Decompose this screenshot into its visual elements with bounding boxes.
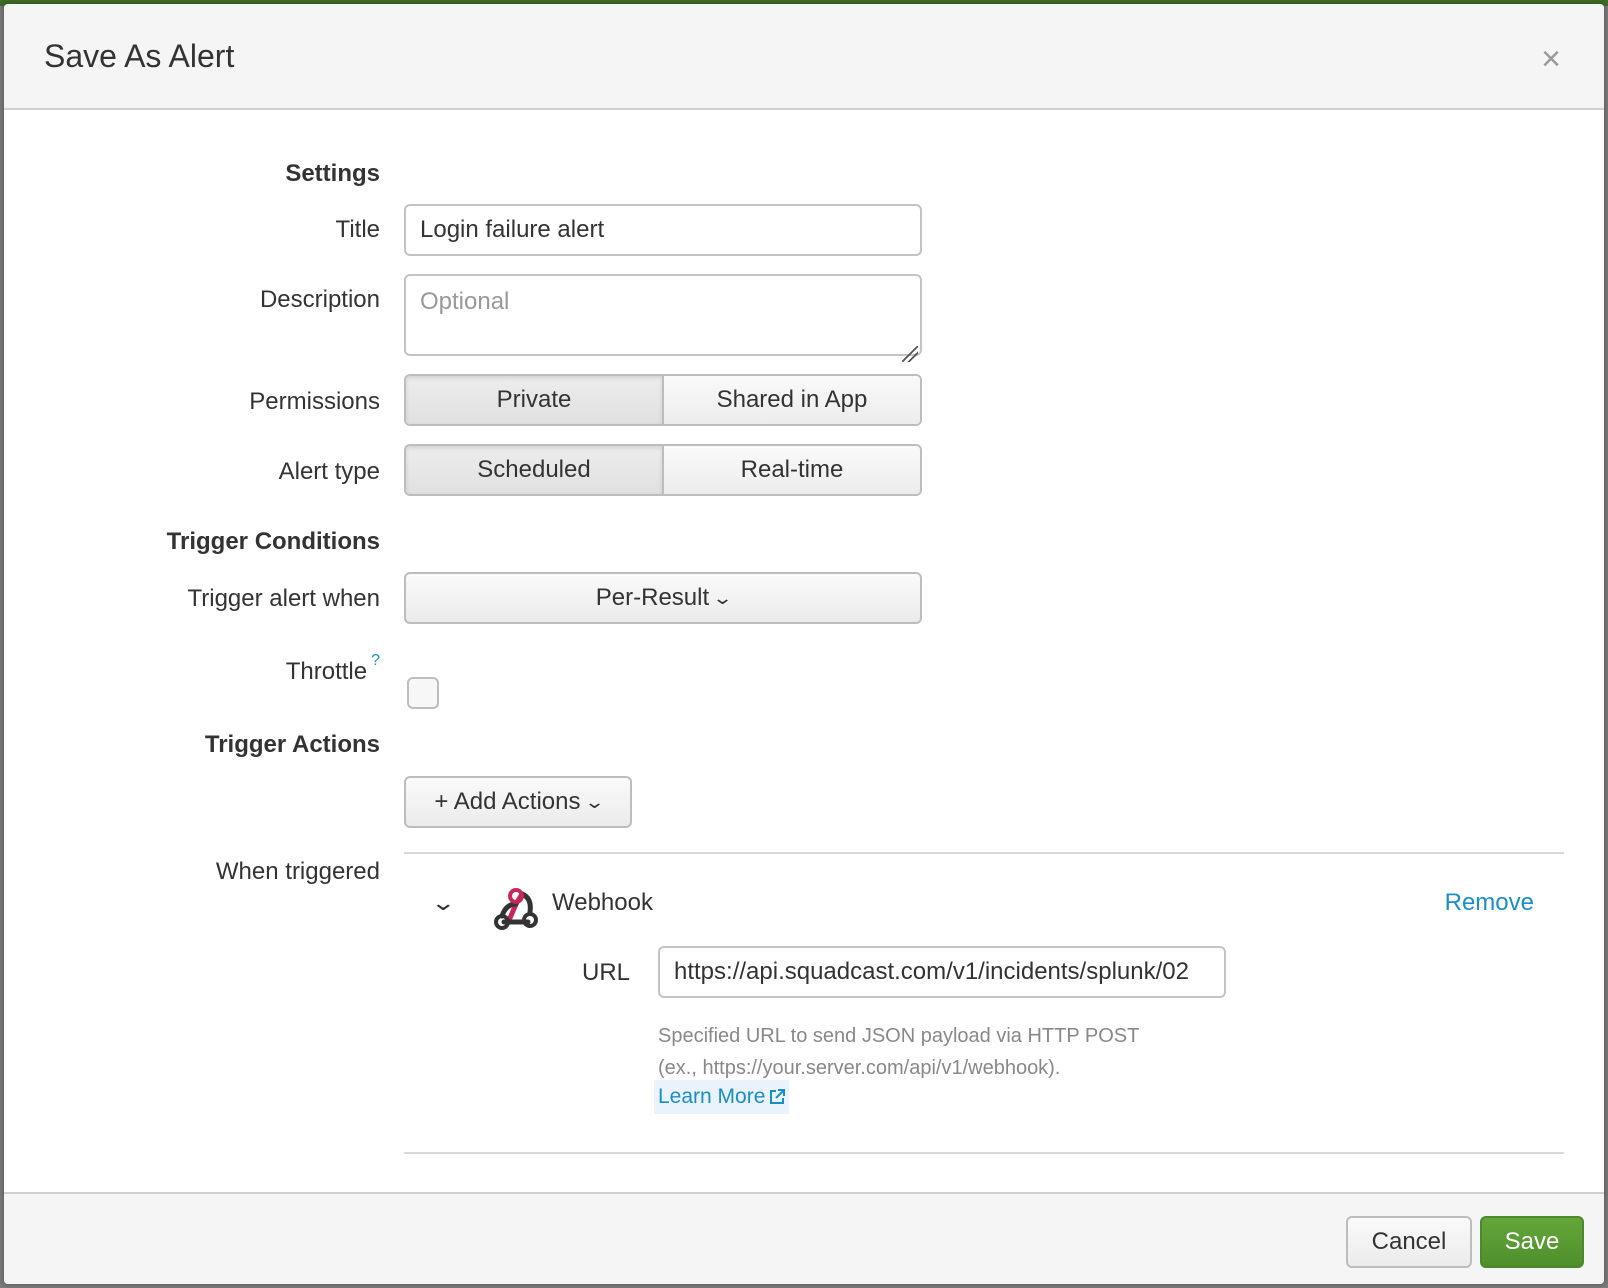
chevron-down-icon: ⌄ xyxy=(583,791,605,812)
trigger-when-label: Trigger alert when xyxy=(187,585,380,612)
url-label: URL xyxy=(582,959,631,986)
help-icon[interactable]: ? xyxy=(371,652,380,669)
actions-top-divider xyxy=(404,852,1564,854)
permissions-toggle: Private Shared in App xyxy=(404,374,922,426)
url-help-line-1: Specified URL to send JSON payload via H… xyxy=(658,1025,1140,1047)
cancel-button[interactable]: Cancel xyxy=(1346,1216,1472,1268)
url-help-text: Specified URL to send JSON payload via H… xyxy=(658,1020,1218,1084)
title-input[interactable] xyxy=(404,204,922,256)
throttle-checkbox[interactable] xyxy=(407,677,439,709)
description-textarea[interactable] xyxy=(404,274,922,356)
settings-heading: Settings xyxy=(285,160,380,187)
remove-action-link[interactable]: Remove xyxy=(1445,889,1534,917)
webhook-action-name: Webhook xyxy=(552,889,653,916)
alert-type-toggle: Scheduled Real-time xyxy=(404,444,922,496)
permissions-label: Permissions xyxy=(249,388,380,415)
dialog-title: Save As Alert xyxy=(44,38,235,74)
external-link-icon xyxy=(770,1089,786,1104)
description-label: Description xyxy=(259,286,380,313)
close-icon[interactable]: × xyxy=(1534,42,1568,76)
learn-more-link[interactable]: Learn More xyxy=(654,1080,790,1114)
webhook-icon xyxy=(494,888,538,930)
alert-type-realtime-button[interactable]: Real-time xyxy=(662,446,920,494)
dialog-header: Save As Alert × xyxy=(4,4,1604,110)
chevron-down-icon: ⌄ xyxy=(712,587,734,608)
permissions-private-button[interactable]: Private xyxy=(406,376,662,424)
permissions-shared-button[interactable]: Shared in App xyxy=(662,376,920,424)
actions-bottom-divider xyxy=(404,1152,1564,1154)
alert-type-scheduled-button[interactable]: Scheduled xyxy=(406,446,662,494)
add-actions-button[interactable]: + Add Actions ⌄ xyxy=(404,776,632,828)
trigger-when-value: Per-Result xyxy=(595,584,710,611)
save-button[interactable]: Save xyxy=(1480,1216,1584,1268)
collapse-chevron-icon[interactable]: ⌄ xyxy=(430,890,456,916)
dialog-footer: Cancel Save xyxy=(4,1192,1604,1284)
trigger-when-dropdown[interactable]: Per-Result ⌄ xyxy=(404,572,922,624)
throttle-label: Throttle? xyxy=(285,652,380,686)
trigger-conditions-heading: Trigger Conditions xyxy=(166,528,380,555)
title-label: Title xyxy=(335,216,380,243)
add-actions-label: + Add Actions xyxy=(434,788,581,815)
throttle-label-text: Throttle xyxy=(285,658,368,685)
save-as-alert-dialog: Save As Alert × Settings Title Descripti… xyxy=(4,4,1604,1284)
webhook-url-input[interactable] xyxy=(658,946,1226,998)
trigger-actions-heading: Trigger Actions xyxy=(204,731,380,758)
learn-more-label: Learn More xyxy=(658,1085,766,1108)
when-triggered-label: When triggered xyxy=(215,858,380,885)
alert-type-label: Alert type xyxy=(278,458,380,485)
resize-handle[interactable] xyxy=(902,346,918,362)
